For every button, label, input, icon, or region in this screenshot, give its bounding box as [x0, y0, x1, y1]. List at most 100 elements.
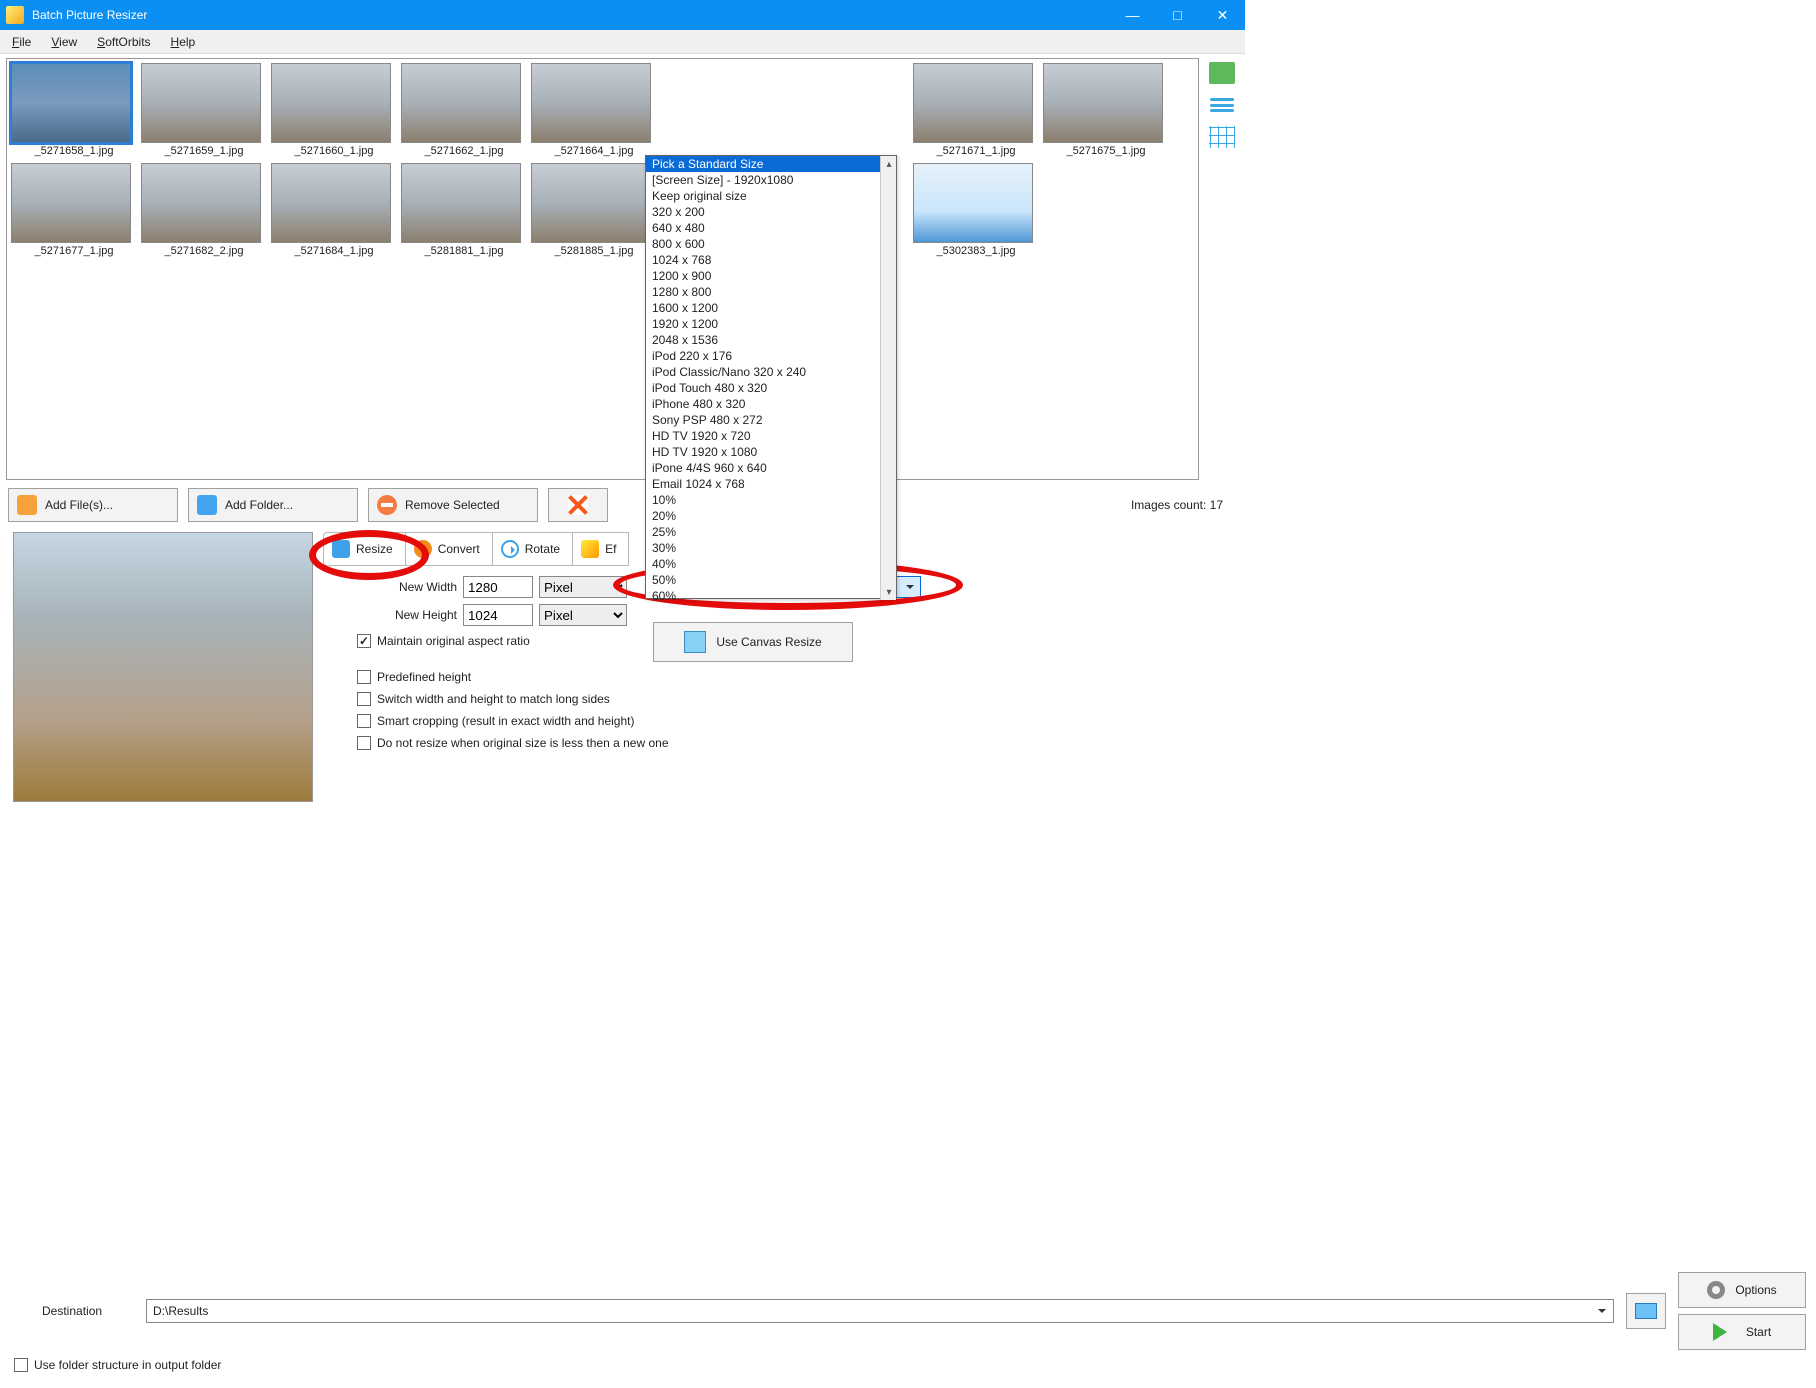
destination-label: Destination [42, 1304, 134, 1318]
destination-select[interactable]: D:\Results [146, 1299, 1614, 1323]
size-option[interactable]: iPhone 480 x 320 [646, 396, 896, 412]
tab-rotate[interactable]: Rotate [492, 532, 573, 566]
size-option[interactable]: 320 x 200 [646, 204, 896, 220]
menu-help[interactable]: Help [161, 33, 206, 51]
tab-convert[interactable]: Convert [405, 532, 493, 566]
no-upscale-checkbox[interactable] [357, 736, 371, 750]
size-option[interactable]: 1600 x 1200 [646, 300, 896, 316]
thumbnail-image [401, 63, 521, 143]
menu-softorbits[interactable]: SoftOrbits [87, 33, 160, 51]
add-folder-button[interactable]: Add Folder... [188, 488, 358, 522]
width-unit-select[interactable]: Pixel [539, 576, 627, 598]
thumbnail-item[interactable]: _5271659_1.jpg [141, 63, 267, 157]
thumbnail-item[interactable]: _5271671_1.jpg [913, 63, 1039, 157]
size-option[interactable]: 50% [646, 572, 896, 588]
thumbnail-image [271, 163, 391, 243]
thumbnail-image [11, 63, 131, 143]
dropdown-scrollbar[interactable]: ▴ ▾ [880, 156, 896, 600]
size-option[interactable]: 25% [646, 524, 896, 540]
menu-file[interactable]: File [2, 33, 41, 51]
size-option[interactable]: 10% [646, 492, 896, 508]
size-option[interactable]: 30% [646, 540, 896, 556]
standard-size-dropdown-list[interactable]: Pick a Standard Size[Screen Size] - 1920… [645, 155, 897, 599]
size-option[interactable]: 60% [646, 588, 896, 600]
thumbnail-item[interactable]: _5281885_1.jpg [531, 163, 657, 257]
use-canvas-resize-button[interactable]: Use Canvas Resize [653, 622, 853, 662]
thumbnail-item[interactable]: _5271658_1.jpg [11, 63, 137, 157]
thumbnail-item[interactable]: _5281881_1.jpg [401, 163, 527, 257]
thumbnail-image [271, 63, 391, 143]
thumbnail-item[interactable]: _5271677_1.jpg [11, 163, 137, 257]
switch-wh-checkbox[interactable] [357, 692, 371, 706]
new-width-input[interactable] [463, 576, 533, 598]
height-unit-select[interactable]: Pixel [539, 604, 627, 626]
size-option[interactable]: iPone 4/4S 960 x 640 [646, 460, 896, 476]
remove-selected-button[interactable]: Remove Selected [368, 488, 538, 522]
use-folder-structure-label: Use folder structure in output folder [34, 1358, 221, 1372]
size-option[interactable]: iPod Touch 480 x 320 [646, 380, 896, 396]
size-option[interactable]: Email 1024 x 768 [646, 476, 896, 492]
size-option[interactable]: iPod 220 x 176 [646, 348, 896, 364]
thumbnail-item[interactable]: _5271660_1.jpg [271, 63, 397, 157]
new-height-input[interactable] [463, 604, 533, 626]
predefined-height-checkbox[interactable] [357, 670, 371, 684]
browse-destination-button[interactable] [1626, 1293, 1666, 1329]
size-option[interactable]: 1024 x 768 [646, 252, 896, 268]
add-files-label: Add File(s)... [45, 498, 113, 512]
tab-effects-label: Ef [605, 542, 616, 556]
smart-cropping-checkbox[interactable] [357, 714, 371, 728]
remove-all-button[interactable] [548, 488, 608, 522]
thumbnail-item[interactable]: _5271675_1.jpg [1043, 63, 1169, 157]
start-arrow-icon [1713, 1323, 1736, 1341]
size-option[interactable]: HD TV 1920 x 1080 [646, 444, 896, 460]
size-option[interactable]: 1200 x 900 [646, 268, 896, 284]
size-option[interactable]: 40% [646, 556, 896, 572]
close-button[interactable]: ✕ [1200, 0, 1245, 30]
size-option[interactable]: Sony PSP 480 x 272 [646, 412, 896, 428]
predefined-height-label: Predefined height [377, 670, 471, 684]
thumbnail-grid[interactable]: _5271658_1.jpg_5271659_1.jpg_5271660_1.j… [6, 58, 1199, 480]
size-option[interactable]: 2048 x 1536 [646, 332, 896, 348]
size-option[interactable]: HD TV 1920 x 720 [646, 428, 896, 444]
no-upscale-label: Do not resize when original size is less… [377, 736, 669, 750]
tab-resize[interactable]: Resize [323, 532, 406, 566]
selected-image-preview [13, 532, 313, 802]
view-large-icons-button[interactable] [1209, 62, 1235, 84]
size-option[interactable]: 1920 x 1200 [646, 316, 896, 332]
size-option[interactable]: 20% [646, 508, 896, 524]
thumbnail-image [141, 163, 261, 243]
thumbnail-item[interactable]: _5271662_1.jpg [401, 63, 527, 157]
view-grid-button[interactable] [1209, 126, 1235, 148]
minimize-button[interactable]: — [1110, 0, 1155, 30]
view-list-button[interactable] [1209, 94, 1235, 116]
scroll-up-icon[interactable]: ▴ [881, 156, 896, 172]
scroll-down-icon[interactable]: ▾ [881, 584, 896, 600]
switch-wh-label: Switch width and height to match long si… [377, 692, 610, 706]
maintain-ratio-checkbox[interactable] [357, 634, 371, 648]
thumbnail-image [531, 163, 651, 243]
resize-icon [332, 540, 350, 558]
thumbnail-image [913, 163, 1033, 243]
size-option[interactable]: 800 x 600 [646, 236, 896, 252]
start-button[interactable]: Start [1678, 1314, 1806, 1350]
options-button[interactable]: Options [1678, 1272, 1806, 1308]
size-option[interactable]: iPod Classic/Nano 320 x 240 [646, 364, 896, 380]
size-option[interactable]: 640 x 480 [646, 220, 896, 236]
add-file-icon [17, 495, 37, 515]
thumbnail-image [913, 63, 1033, 143]
use-folder-structure-checkbox[interactable] [14, 1358, 28, 1372]
thumbnail-item[interactable]: _5271684_1.jpg [271, 163, 397, 257]
menu-view[interactable]: View [41, 33, 87, 51]
add-files-button[interactable]: Add File(s)... [8, 488, 178, 522]
size-option[interactable]: 1280 x 800 [646, 284, 896, 300]
maximize-button[interactable]: □ [1155, 0, 1200, 30]
size-option[interactable]: [Screen Size] - 1920x1080 [646, 172, 896, 188]
thumbnail-item[interactable]: _5271664_1.jpg [531, 63, 657, 157]
thumbnail-item[interactable]: _5302383_1.jpg [913, 163, 1039, 257]
tab-effects[interactable]: Ef [572, 532, 629, 566]
size-option[interactable]: Pick a Standard Size [646, 156, 896, 172]
thumbnail-item[interactable]: _5271682_2.jpg [141, 163, 267, 257]
add-folder-icon [197, 495, 217, 515]
window-title: Batch Picture Resizer [32, 8, 1110, 22]
size-option[interactable]: Keep original size [646, 188, 896, 204]
